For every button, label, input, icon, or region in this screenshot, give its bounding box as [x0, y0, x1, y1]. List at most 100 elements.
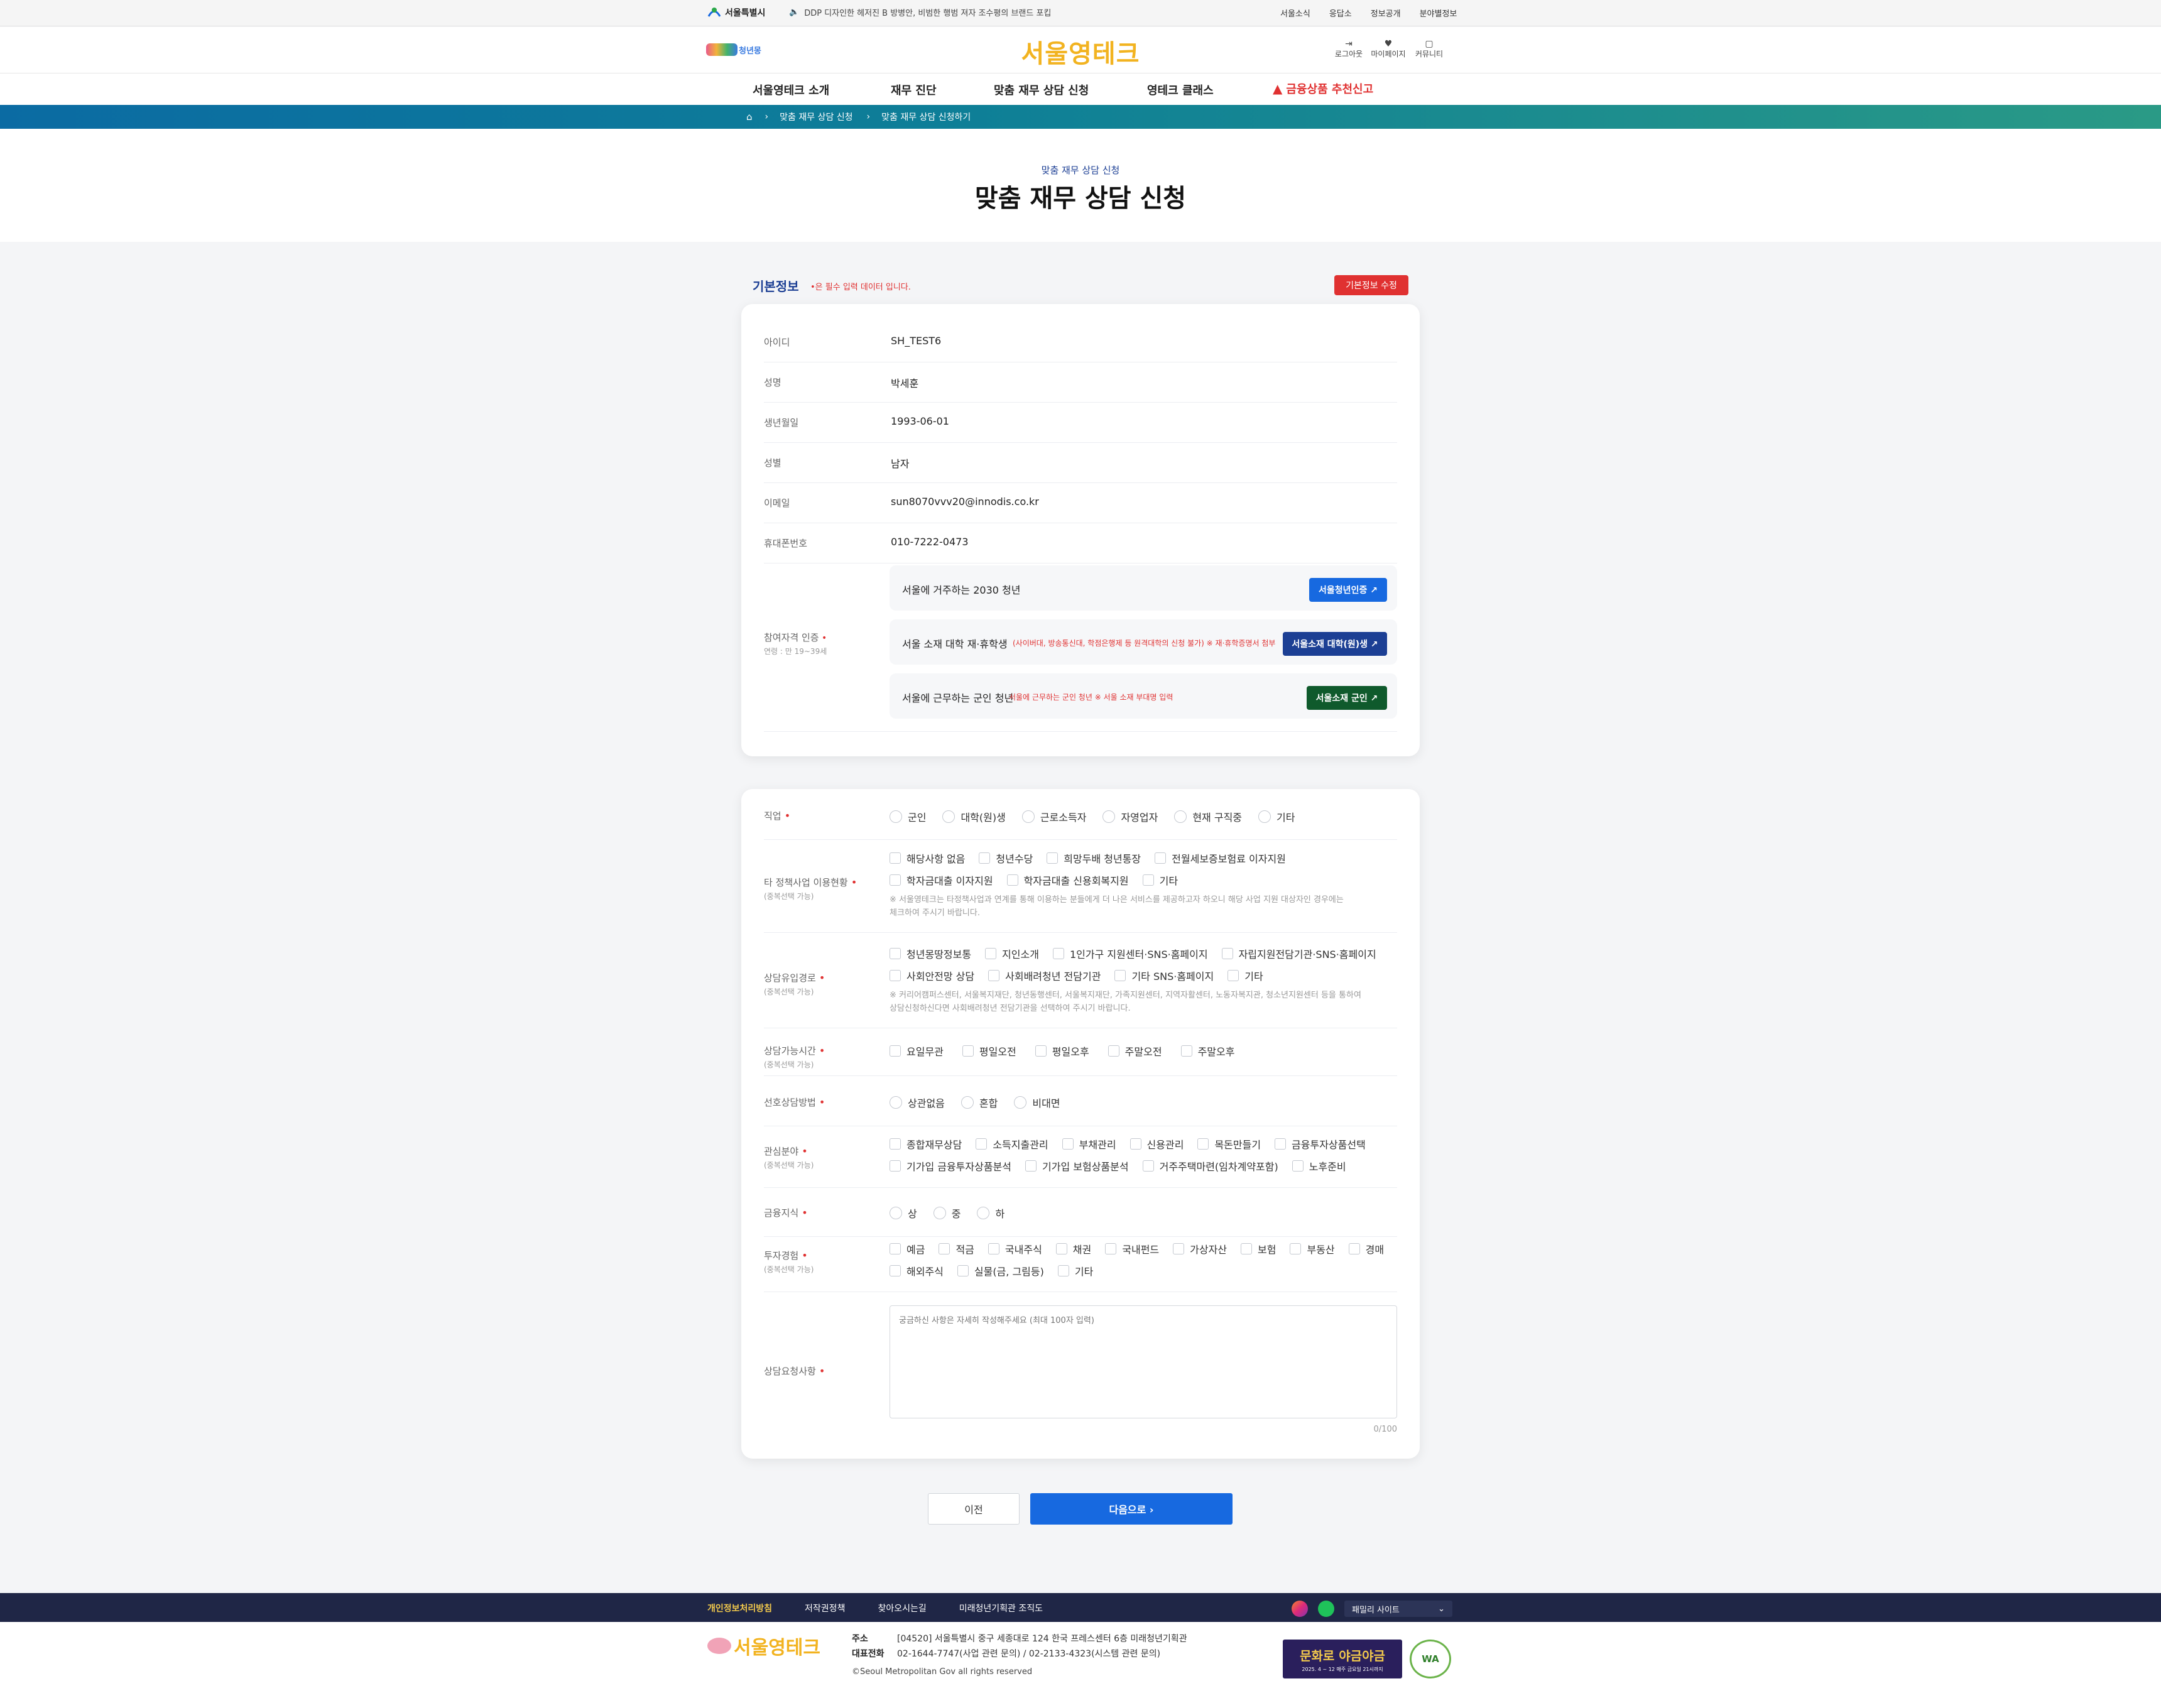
- edit-basic-info-button[interactable]: 기본정보 수정: [1334, 275, 1408, 295]
- policy-checkbox[interactable]: 학자금대출 이자지원: [890, 873, 993, 888]
- option-marker[interactable]: [1221, 948, 1233, 959]
- option-marker[interactable]: [1021, 810, 1035, 823]
- option-marker[interactable]: [1275, 1138, 1287, 1150]
- method-radio[interactable]: 혼합: [961, 1095, 998, 1110]
- policy-checkbox[interactable]: 희망두배 청년통장: [1047, 851, 1141, 866]
- option-marker[interactable]: [890, 1096, 902, 1109]
- route-checkbox[interactable]: 기타: [1227, 968, 1263, 983]
- route-checkbox[interactable]: 지인소개: [985, 946, 1039, 961]
- policy-checkbox[interactable]: 전월세보증보험료 이자지원: [1155, 851, 1286, 866]
- invest-checkbox[interactable]: 기타: [1057, 1263, 1093, 1278]
- option-marker[interactable]: [988, 970, 1000, 981]
- option-marker[interactable]: [890, 970, 901, 981]
- route-checkbox[interactable]: 기타 SNS·홈페이지: [1114, 968, 1214, 983]
- job-radio[interactable]: 군인: [890, 809, 926, 824]
- interest-checkbox[interactable]: 거주주택마련(임차계약포함): [1142, 1158, 1278, 1173]
- option-marker[interactable]: [1258, 810, 1271, 823]
- option-marker[interactable]: [1173, 1243, 1185, 1254]
- option-marker[interactable]: [1014, 1096, 1027, 1109]
- seoul-soldier-verify-button[interactable]: 서울소재 군인 ↗: [1307, 686, 1387, 710]
- invest-checkbox[interactable]: 부동산: [1290, 1241, 1335, 1256]
- breadcrumb-item[interactable]: 맞춤 재무 상담 신청하기: [881, 111, 971, 123]
- job-radio[interactable]: 대학(원)생: [942, 809, 1006, 824]
- interest-checkbox[interactable]: 금융투자상품선택: [1275, 1136, 1366, 1151]
- option-marker[interactable]: [961, 1096, 974, 1109]
- invest-checkbox[interactable]: 보험: [1241, 1241, 1276, 1256]
- policy-checkbox[interactable]: 기타: [1142, 873, 1178, 888]
- time-checkbox[interactable]: 주말오전: [1108, 1043, 1162, 1058]
- nav-item-class[interactable]: 영테크 클래스: [1147, 82, 1214, 98]
- option-marker[interactable]: [1142, 1160, 1154, 1172]
- option-marker[interactable]: [1047, 852, 1059, 864]
- copyright-policy-link[interactable]: 저작권정책: [805, 1602, 845, 1614]
- option-marker[interactable]: [1155, 852, 1167, 864]
- interest-checkbox[interactable]: 소득지출관리: [976, 1136, 1048, 1151]
- option-marker[interactable]: [1241, 1243, 1253, 1254]
- next-button[interactable]: 다음으로 ›: [1030, 1493, 1233, 1525]
- option-marker[interactable]: [1197, 1138, 1209, 1150]
- nav-item-consulting[interactable]: 맞춤 재무 상담 신청: [994, 82, 1089, 98]
- option-marker[interactable]: [890, 1207, 902, 1219]
- option-marker[interactable]: [933, 1207, 946, 1219]
- option-marker[interactable]: [890, 1243, 901, 1254]
- policy-checkbox[interactable]: 학자금대출 신용회복지원: [1006, 873, 1129, 888]
- job-radio[interactable]: 기타: [1258, 809, 1295, 824]
- option-marker[interactable]: [1348, 1243, 1360, 1254]
- directions-link[interactable]: 찾아오시는길: [878, 1602, 926, 1614]
- method-radio[interactable]: 상관없음: [890, 1095, 945, 1110]
- nav-item-intro[interactable]: 서울영테크 소개: [753, 82, 829, 98]
- invest-checkbox[interactable]: 적금: [939, 1241, 974, 1256]
- invest-checkbox[interactable]: 해외주식: [890, 1263, 944, 1278]
- option-marker[interactable]: [977, 1207, 990, 1219]
- notice-ticker[interactable]: 🔈 DDP 디자인한 헤저진 B 방병안, 비범한 행범 져자 조수평의 브랜드…: [789, 6, 1051, 18]
- mypage-button[interactable]: ♥ 마이페이지: [1367, 40, 1410, 59]
- option-marker[interactable]: [1180, 1045, 1192, 1057]
- invest-checkbox[interactable]: 실물(금, 그림등): [957, 1263, 1044, 1278]
- route-checkbox[interactable]: 사회안전망 상담: [890, 968, 974, 983]
- option-marker[interactable]: [1129, 1138, 1141, 1150]
- family-site-select[interactable]: 패밀리 사이트 ⌄: [1344, 1601, 1452, 1617]
- job-radio[interactable]: 자영업자: [1102, 809, 1158, 824]
- method-radio[interactable]: 비대면: [1014, 1095, 1060, 1110]
- option-marker[interactable]: [890, 1160, 901, 1172]
- option-marker[interactable]: [1174, 810, 1187, 823]
- interest-checkbox[interactable]: 부채관리: [1062, 1136, 1116, 1151]
- invest-checkbox[interactable]: 채권: [1055, 1241, 1091, 1256]
- option-marker[interactable]: [1062, 1138, 1074, 1150]
- invest-checkbox[interactable]: 가상자산: [1173, 1241, 1227, 1256]
- instagram-icon[interactable]: [1292, 1601, 1308, 1617]
- option-marker[interactable]: [1105, 1243, 1117, 1254]
- route-checkbox[interactable]: 1인가구 지원센터·SNS·홈페이지: [1052, 946, 1208, 961]
- option-marker[interactable]: [890, 810, 902, 823]
- option-marker[interactable]: [1108, 1045, 1119, 1057]
- interest-checkbox[interactable]: 기가입 보험상품분석: [1025, 1158, 1129, 1173]
- option-marker[interactable]: [976, 1138, 988, 1150]
- seoul-student-verify-button[interactable]: 서울소재 대학(원)생 ↗: [1283, 632, 1387, 656]
- privacy-policy-link[interactable]: 개인정보처리방침: [707, 1602, 772, 1614]
- time-checkbox[interactable]: 평일오전: [962, 1043, 1016, 1058]
- option-marker[interactable]: [1290, 1243, 1302, 1254]
- time-checkbox[interactable]: 주말오후: [1180, 1043, 1234, 1058]
- option-marker[interactable]: [962, 1045, 974, 1057]
- home-icon[interactable]: ⌂: [746, 111, 753, 122]
- interest-checkbox[interactable]: 기가입 금융투자상품분석: [890, 1158, 1011, 1173]
- route-checkbox[interactable]: 청년몽땅정보통: [890, 946, 971, 961]
- option-marker[interactable]: [1055, 1243, 1067, 1254]
- option-marker[interactable]: [942, 810, 955, 823]
- topbar-link[interactable]: 분야별정보: [1420, 7, 1457, 19]
- option-marker[interactable]: [1227, 970, 1239, 981]
- route-checkbox[interactable]: 자립지원전담기관·SNS·홈페이지: [1221, 946, 1376, 961]
- job-radio[interactable]: 현재 구직중: [1174, 809, 1242, 824]
- option-marker[interactable]: [890, 874, 901, 886]
- interest-checkbox[interactable]: 목돈만들기: [1197, 1136, 1261, 1151]
- knowledge-radio[interactable]: 하: [977, 1205, 1004, 1221]
- option-marker[interactable]: [1114, 970, 1126, 981]
- option-marker[interactable]: [890, 1045, 901, 1057]
- option-marker[interactable]: [1102, 810, 1116, 823]
- option-marker[interactable]: [890, 852, 901, 864]
- invest-checkbox[interactable]: 국내주식: [988, 1241, 1042, 1256]
- topbar-link[interactable]: 정보공개: [1371, 7, 1401, 19]
- option-marker[interactable]: [979, 852, 991, 864]
- time-checkbox[interactable]: 평일오후: [1035, 1043, 1089, 1058]
- breadcrumb-item[interactable]: 맞춤 재무 상담 신청: [780, 111, 852, 123]
